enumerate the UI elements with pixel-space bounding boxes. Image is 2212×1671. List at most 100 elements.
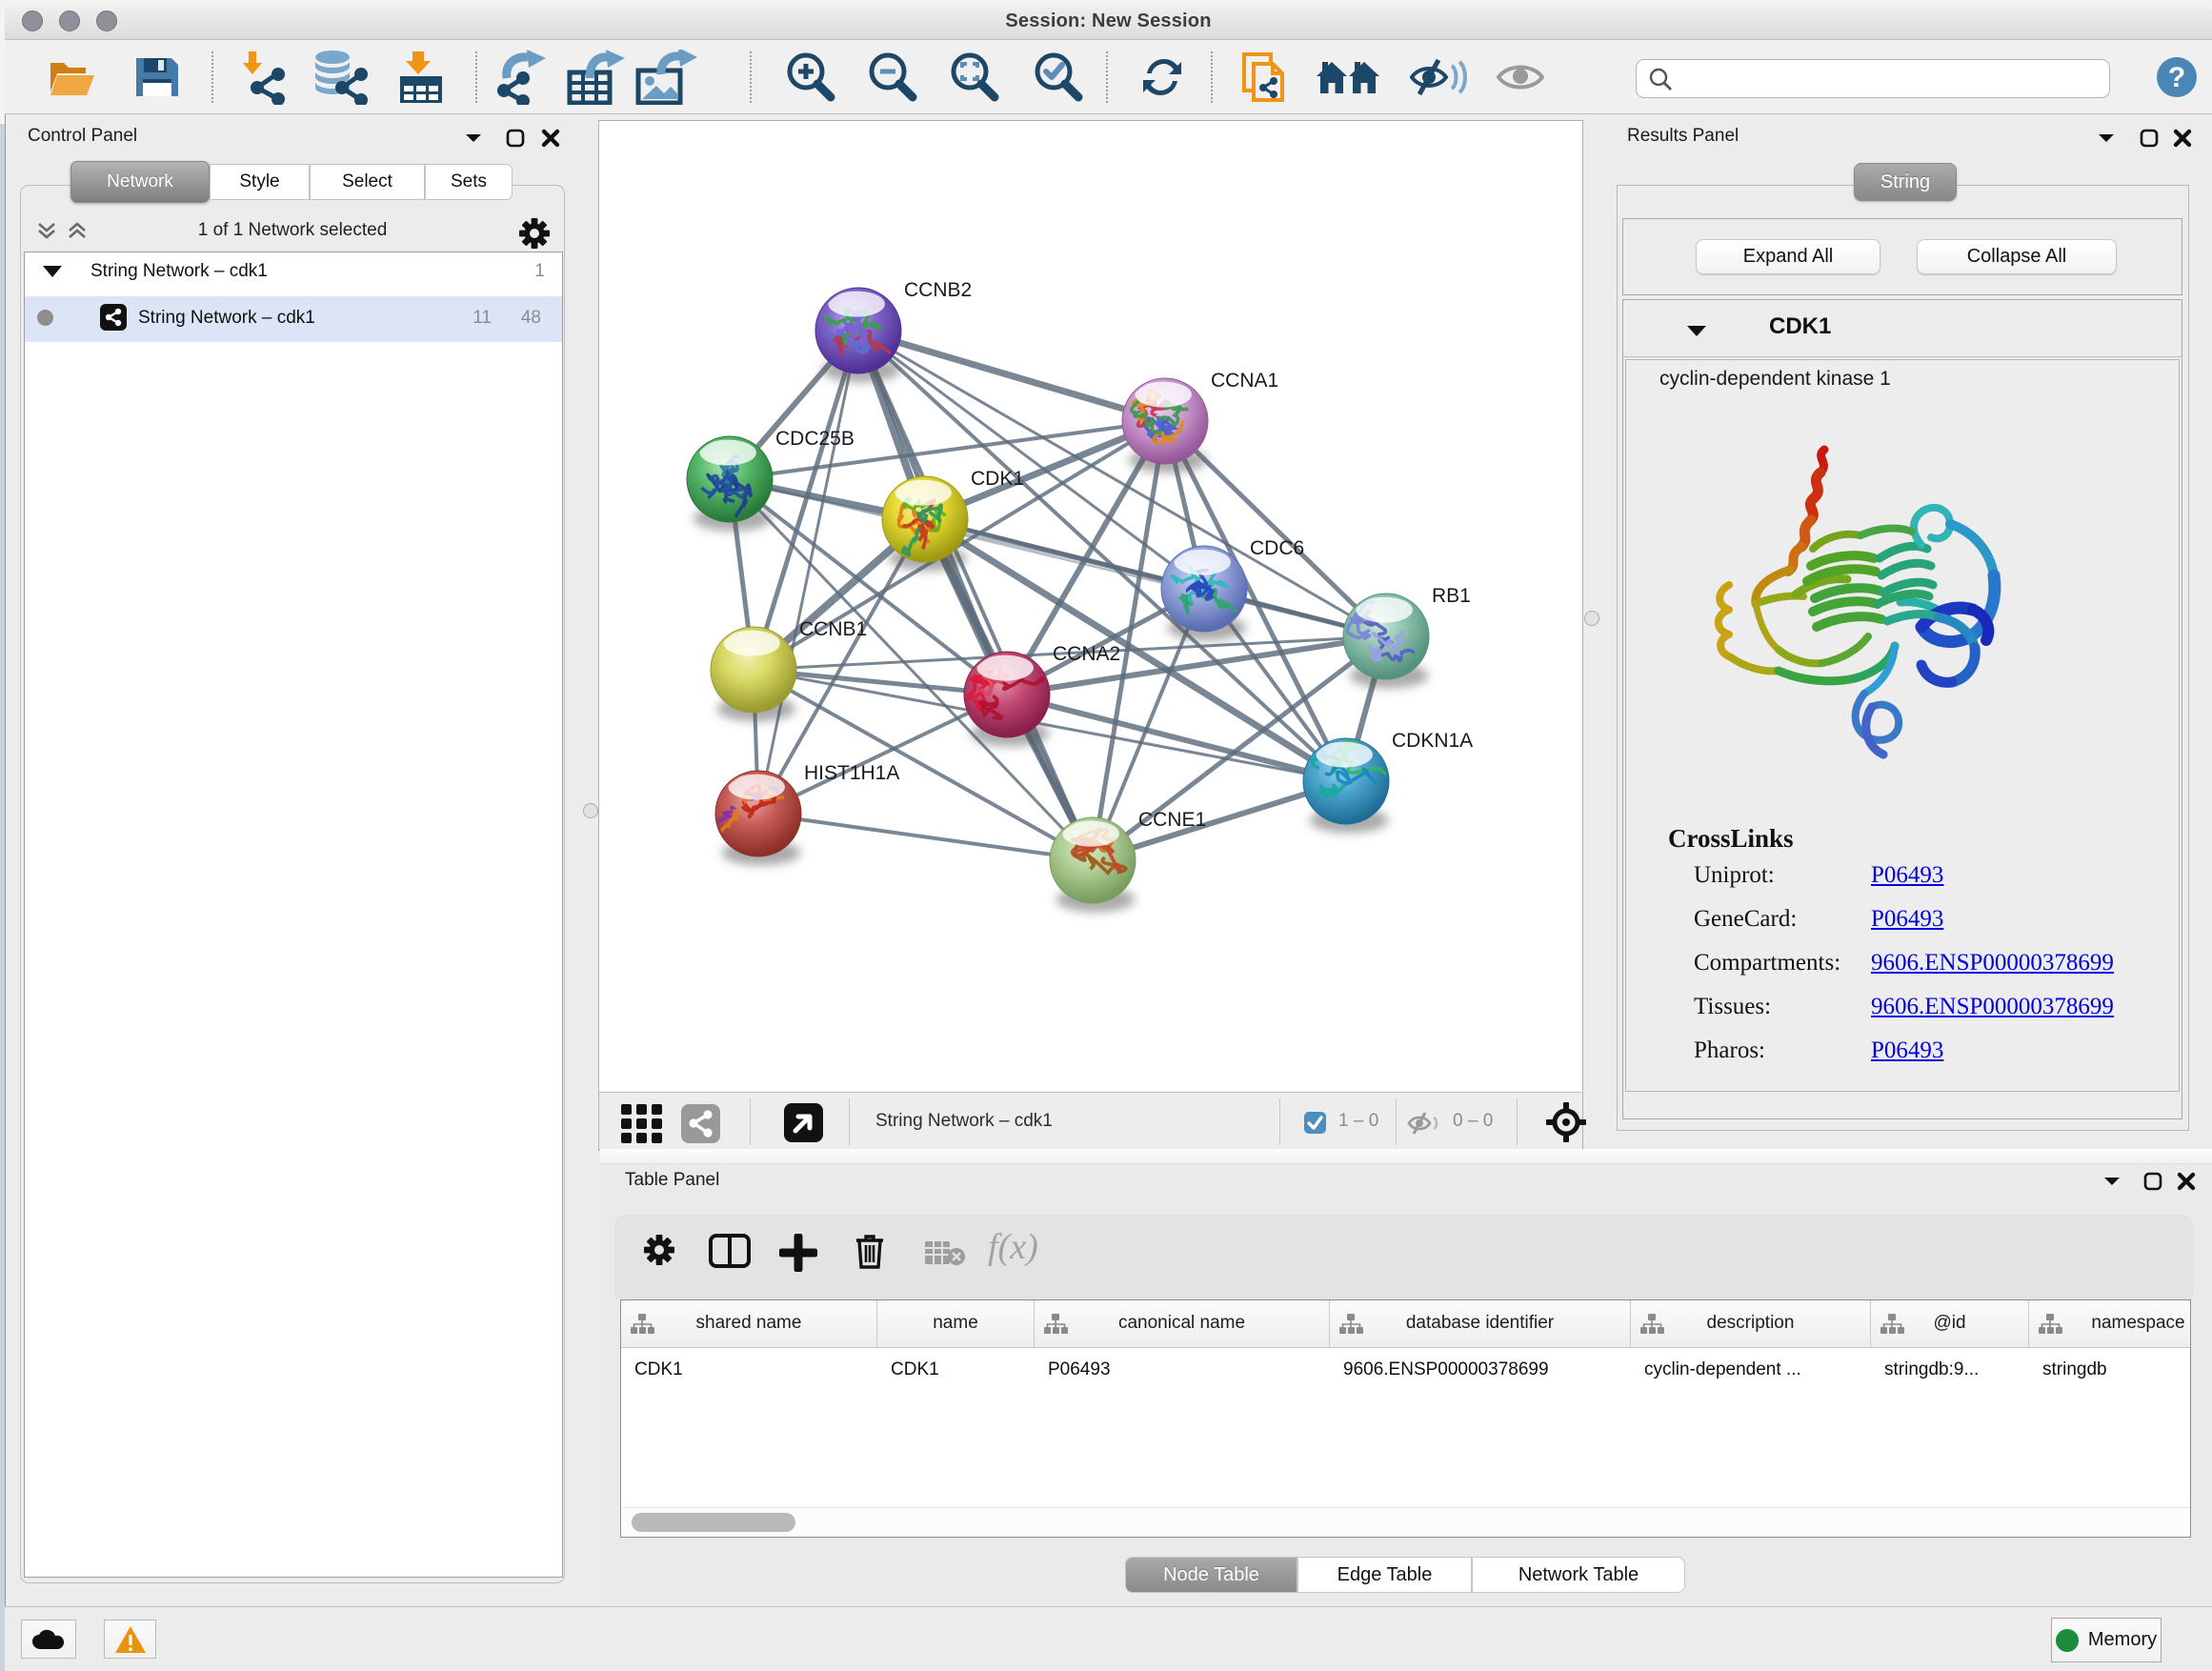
protein-structure-image <box>1672 444 2034 764</box>
import-network-from-file-button[interactable] <box>233 40 294 114</box>
show-all-button[interactable] <box>1495 40 1546 114</box>
tab-edge-table[interactable]: Edge Table <box>1297 1557 1472 1593</box>
table-panel-close-button[interactable] <box>2176 1171 2197 1192</box>
annotation-mode-button[interactable] <box>1237 40 1295 114</box>
hide-selected-button[interactable] <box>1407 40 1472 114</box>
import-network-from-database-button[interactable] <box>308 40 378 114</box>
column-header-name[interactable]: name <box>877 1300 1035 1348</box>
delete-column-icon[interactable] <box>854 1233 886 1269</box>
node-section-header[interactable]: CDK1 <box>1623 300 2182 357</box>
crosslink-link[interactable]: 9606.ENSP00000378699 <box>1871 994 2114 1020</box>
column-header--id[interactable]: @id <box>1871 1300 2029 1348</box>
table-cell[interactable]: stringdb:9... <box>1871 1348 2029 1391</box>
tab-sets[interactable]: Sets <box>425 164 513 200</box>
crosslink-label: GeneCard: <box>1694 906 1797 932</box>
results-panel-float-button[interactable] <box>2139 128 2160 149</box>
node-label-CCNB2: CCNB2 <box>904 279 972 301</box>
add-column-icon[interactable] <box>779 1234 817 1272</box>
first-neighbors-button[interactable] <box>1314 40 1382 114</box>
column-label: shared name <box>621 1313 876 1334</box>
main-toolbar: ? <box>5 40 2212 114</box>
node-label-CDC6: CDC6 <box>1250 537 1304 559</box>
column-header-shared-name[interactable]: shared name <box>621 1300 877 1348</box>
save-session-button[interactable] <box>130 40 185 114</box>
chevron-down-icon <box>2101 1173 2122 1188</box>
search-input[interactable] <box>1673 60 2109 97</box>
export-image-button[interactable] <box>633 40 700 114</box>
network-row[interactable]: String Network – cdk1 11 48 <box>25 296 562 342</box>
tab-node-table[interactable]: Node Table <box>1125 1557 1297 1593</box>
cloud-status-button[interactable] <box>21 1620 76 1659</box>
left-splitter-grip[interactable] <box>583 803 598 818</box>
warnings-button[interactable] <box>104 1620 156 1659</box>
results-panel-close-button[interactable] <box>2172 128 2193 149</box>
zoom-fit-button[interactable] <box>944 40 1003 114</box>
zoom-in-button[interactable] <box>780 40 839 114</box>
network-edge-HIST1H1A-CCNE1[interactable] <box>758 814 1093 860</box>
crosshair-icon[interactable] <box>1546 1102 1586 1142</box>
control-panel-float-button[interactable] <box>505 128 526 149</box>
node-table: shared namenamecanonical namedatabase id… <box>620 1299 2191 1538</box>
zoom-in-icon <box>783 50 836 104</box>
control-panel-title: Control Panel <box>28 126 137 147</box>
open-session-button[interactable] <box>45 40 100 114</box>
table-panel-menu[interactable] <box>2101 1173 2122 1188</box>
results-panel-menu[interactable] <box>2096 130 2117 145</box>
zoom-selected-icon <box>1031 50 1084 104</box>
tab-style[interactable]: Style <box>210 164 310 200</box>
collection-count: 1 <box>534 261 545 282</box>
column-header-namespace[interactable]: namespace <box>2029 1300 2191 1348</box>
network-edge-CCNB2-HIST1H1A[interactable] <box>758 331 858 814</box>
tab-network-table[interactable]: Network Table <box>1472 1557 1685 1593</box>
export-table-button[interactable] <box>563 40 630 114</box>
gear-icon[interactable] <box>519 218 550 249</box>
application-window: Session: New Session <box>0 0 2212 1671</box>
table-settings-gear-icon[interactable] <box>644 1235 674 1265</box>
help-button[interactable]: ? <box>2152 40 2202 114</box>
expand-all-button[interactable]: Expand All <box>1696 239 1880 274</box>
table-horizontal-scrollbar[interactable] <box>622 1507 2191 1536</box>
export-network-button[interactable] <box>493 40 553 114</box>
control-panel-close-button[interactable] <box>540 128 561 149</box>
table-cell[interactable]: CDK1 <box>877 1348 1035 1391</box>
collapse-all-button[interactable]: Collapse All <box>1917 239 2117 274</box>
zoom-selected-button[interactable] <box>1028 40 1087 114</box>
node-label-CCNB1: CCNB1 <box>799 618 867 640</box>
crosslink-link[interactable]: 9606.ENSP00000378699 <box>1871 950 2114 976</box>
table-panel-float-button[interactable] <box>2142 1171 2163 1192</box>
tab-network[interactable]: Network <box>70 161 210 203</box>
right-splitter-grip[interactable] <box>1584 611 1599 626</box>
network-collection-row[interactable]: String Network – cdk1 1 <box>25 252 562 292</box>
memory-button[interactable]: Memory <box>2051 1618 2162 1662</box>
scrollbar-thumb[interactable] <box>632 1513 795 1532</box>
apply-layout-button[interactable] <box>1135 40 1190 114</box>
toolbar-separator <box>1211 51 1213 103</box>
detach-view-button[interactable] <box>784 1103 823 1142</box>
table-cell[interactable]: CDK1 <box>621 1348 877 1391</box>
tab-select[interactable]: Select <box>310 164 425 200</box>
network-graph[interactable]: CCNB2CCNA1CDC25BCDK1CDC6RB1CCNB1CCNA2CDK… <box>599 121 1582 1092</box>
grid-view-icon[interactable] <box>620 1103 664 1145</box>
tab-string[interactable]: String <box>1854 163 1957 201</box>
tree-expander-icon[interactable] <box>41 265 64 278</box>
import-table-from-file-button[interactable] <box>393 40 449 114</box>
column-header-database-identifier[interactable]: database identifier <box>1330 1300 1631 1348</box>
import-network-icon <box>236 50 292 105</box>
column-header-canonical-name[interactable]: canonical name <box>1035 1300 1330 1348</box>
network-view[interactable]: CCNB2CCNA1CDC25BCDK1CDC6RB1CCNB1CCNA2CDK… <box>598 120 1583 1151</box>
table-cell[interactable]: cyclin-dependent ... <box>1631 1348 1871 1391</box>
show-columns-icon[interactable] <box>709 1234 751 1268</box>
birds-eye-view-button[interactable] <box>681 1104 720 1143</box>
table-cell[interactable]: P06493 <box>1035 1348 1330 1391</box>
save-icon <box>133 55 181 99</box>
crosslink-link[interactable]: P06493 <box>1871 1037 1943 1064</box>
column-header-description[interactable]: description <box>1631 1300 1871 1348</box>
crosslink-link[interactable]: P06493 <box>1871 906 1943 933</box>
table-cell[interactable]: 9606.ENSP00000378699 <box>1330 1348 1631 1391</box>
section-expander-icon[interactable] <box>1686 325 1707 337</box>
zoom-out-button[interactable] <box>862 40 921 114</box>
table-cell[interactable]: stringdb <box>2029 1348 2191 1391</box>
crosslink-link[interactable]: P06493 <box>1871 862 1943 889</box>
control-panel-float-menu[interactable] <box>463 130 484 145</box>
network-edge-CCNA1-CCNB2[interactable] <box>858 331 1165 421</box>
